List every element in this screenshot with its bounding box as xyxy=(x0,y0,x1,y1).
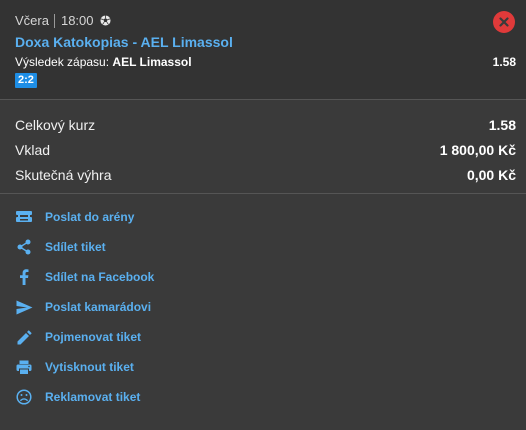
arena-icon xyxy=(15,208,33,226)
printer-icon xyxy=(15,358,33,376)
win-value: 0,00 Kč xyxy=(466,167,516,183)
complain-ticket-button[interactable]: Reklamovat tiket xyxy=(15,385,315,409)
action-label: Sdílet na Facebook xyxy=(45,270,155,284)
rename-ticket-button[interactable]: Pojmenovat tiket xyxy=(15,325,315,349)
summary-stake: Vklad 1 800,00 Kč xyxy=(15,142,516,158)
action-label: Poslat do arény xyxy=(45,210,135,224)
pencil-icon xyxy=(15,328,33,346)
stake-label: Vklad xyxy=(15,142,51,158)
print-ticket-button[interactable]: Vytisknout tiket xyxy=(15,355,315,379)
ticket-header: Včera 18:00 Doxa Katokopias - AEL Limass… xyxy=(0,0,526,99)
summary-total-odds: Celkový kurz 1.58 xyxy=(15,117,516,133)
bet-odds: 1.58 xyxy=(492,55,516,69)
send-icon xyxy=(15,298,33,316)
match-meta: Včera 18:00 xyxy=(15,13,111,28)
score-badge: 2:2 xyxy=(15,73,37,88)
bet-description: Výsledek zápasu: AEL Limassol xyxy=(15,55,192,69)
action-label: Sdílet tiket xyxy=(45,240,106,254)
total-odds-label: Celkový kurz xyxy=(15,117,96,133)
share-facebook-button[interactable]: Sdílet na Facebook xyxy=(15,265,315,289)
action-label: Vytisknout tiket xyxy=(45,360,134,374)
total-odds-value: 1.58 xyxy=(488,117,516,133)
sad-face-icon xyxy=(15,388,33,406)
send-to-arena-button[interactable]: Poslat do arény xyxy=(15,205,315,229)
bet-label: Výsledek zápasu: xyxy=(15,55,110,69)
share-icon xyxy=(15,238,33,256)
summary-win: Skutečná výhra 0,00 Kč xyxy=(15,167,516,183)
divider xyxy=(0,193,526,194)
football-icon xyxy=(99,15,111,26)
match-time: 18:00 xyxy=(60,13,94,28)
action-label: Poslat kamarádovi xyxy=(45,300,152,314)
send-to-friend-button[interactable]: Poslat kamarádovi xyxy=(15,295,315,319)
action-label: Reklamovat tiket xyxy=(45,390,141,404)
meta-divider xyxy=(53,13,55,28)
bet-pick: AEL Limassol xyxy=(112,55,192,69)
win-label: Skutečná výhra xyxy=(15,167,112,183)
close-icon[interactable] xyxy=(493,11,515,33)
match-day: Včera xyxy=(15,13,49,28)
share-ticket-button[interactable]: Sdílet tiket xyxy=(15,235,315,259)
divider xyxy=(0,99,526,100)
match-title[interactable]: Doxa Katokopias - AEL Limassol xyxy=(15,34,233,50)
stake-value: 1 800,00 Kč xyxy=(439,142,516,158)
action-label: Pojmenovat tiket xyxy=(45,330,142,344)
facebook-icon xyxy=(15,268,33,286)
bet-row: Výsledek zápasu: AEL Limassol 1.58 xyxy=(15,55,516,69)
